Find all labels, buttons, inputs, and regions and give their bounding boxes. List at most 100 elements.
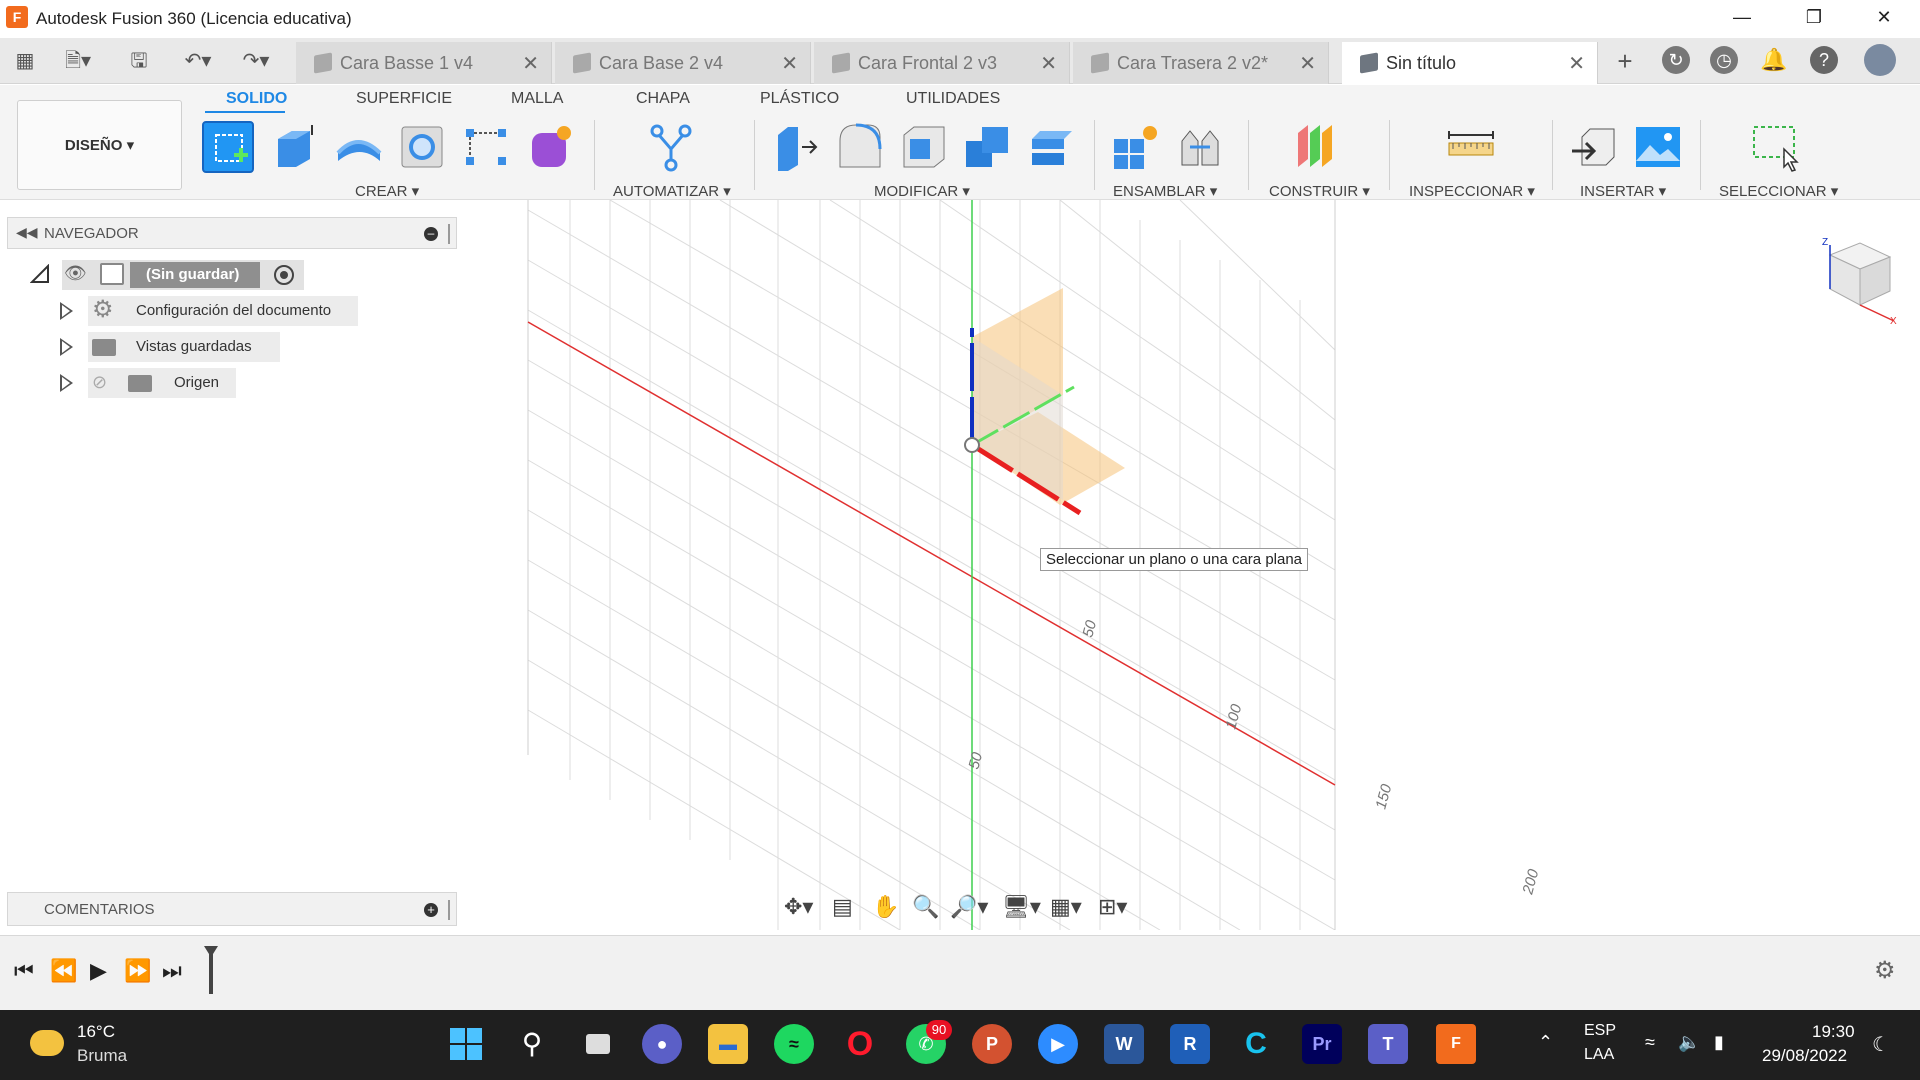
construir-group-menu[interactable]: CONSTRUIR ▾ — [1269, 182, 1370, 200]
sync-icon[interactable]: ↻ — [1662, 46, 1690, 74]
extrude-icon[interactable] — [268, 121, 320, 173]
new-tab-icon[interactable]: + — [1610, 46, 1640, 76]
orbit-icon[interactable]: ✥▾ — [784, 894, 813, 920]
grid-settings-icon[interactable]: ▦▾ — [1050, 894, 1082, 920]
notifications-bell-icon[interactable]: 🔔 — [1760, 46, 1788, 74]
select-window-icon[interactable] — [1750, 121, 1802, 173]
file-explorer-icon[interactable]: ▬ — [708, 1024, 748, 1064]
powerpoint-icon[interactable]: P — [972, 1024, 1012, 1064]
close-window-button[interactable]: ✕ — [1855, 0, 1913, 36]
new-component-icon[interactable] — [1110, 121, 1162, 173]
insert-derive-icon[interactable] — [1568, 121, 1620, 173]
tray-overflow-chevron-icon[interactable]: ⌃ — [1538, 1032, 1553, 1053]
spotify-icon[interactable]: ≈ — [774, 1024, 814, 1064]
panel-pin-icon[interactable] — [448, 224, 452, 244]
collapse-browser-icon[interactable]: – — [424, 227, 438, 241]
hole-icon[interactable] — [396, 121, 448, 173]
timeline-marker[interactable] — [204, 946, 218, 994]
inspeccionar-group-menu[interactable]: INSPECCIONAR ▾ — [1409, 182, 1535, 200]
play-icon[interactable]: ▶ — [90, 958, 107, 984]
close-tab-icon[interactable]: ✕ — [1040, 51, 1057, 76]
keyboard-layout[interactable]: LAA — [1584, 1046, 1614, 1064]
zoom-app-icon[interactable]: ▶ — [1038, 1024, 1078, 1064]
measure-icon[interactable] — [1445, 121, 1497, 173]
design-viewport[interactable]: 50 100 150 200 50 Seleccionar un plano o… — [460, 199, 1920, 931]
tab-chapa[interactable]: CHAPA — [636, 90, 690, 108]
automatizar-group-menu[interactable]: AUTOMATIZAR ▾ — [613, 182, 731, 200]
tab-plastico[interactable]: PLÁSTICO — [760, 90, 839, 108]
step-back-icon[interactable]: ⏪ — [50, 958, 77, 984]
tab-sin-titulo[interactable]: Sin título ✕ — [1342, 42, 1598, 84]
form-icon[interactable] — [524, 121, 576, 173]
apps-grid-icon[interactable]: ▦ — [10, 46, 40, 76]
user-avatar[interactable] — [1864, 44, 1896, 76]
search-icon[interactable]: ⚲ — [512, 1024, 552, 1064]
chat-icon[interactable]: ● — [642, 1024, 682, 1064]
expand-root-icon[interactable] — [29, 263, 50, 284]
shell-icon[interactable] — [898, 121, 950, 173]
tab-cara-trasera-2[interactable]: Cara Trasera 2 v2* ✕ — [1073, 42, 1329, 84]
tab-malla[interactable]: MALLA — [511, 90, 563, 108]
insert-canvas-icon[interactable] — [1632, 121, 1684, 173]
pattern-icon[interactable] — [460, 121, 512, 173]
clock-time[interactable]: 19:30 — [1812, 1022, 1855, 1042]
create-sketch-icon[interactable] — [202, 121, 254, 173]
revolve-icon[interactable] — [332, 121, 384, 173]
crear-group-menu[interactable]: CREAR ▾ — [355, 182, 419, 200]
cortana-c-icon[interactable]: C — [1236, 1024, 1276, 1064]
go-to-start-icon[interactable]: ⏮ — [14, 958, 34, 984]
timeline-settings-gear-icon[interactable]: ⚙ — [1874, 956, 1896, 985]
offset-faces-icon[interactable] — [1026, 121, 1078, 173]
teams-icon[interactable]: T — [1368, 1024, 1408, 1064]
viewports-icon[interactable]: ⊞▾ — [1098, 894, 1127, 920]
tab-cara-frontal-2[interactable]: Cara Frontal 2 v3 ✕ — [814, 42, 1070, 84]
workspace-dropdown[interactable]: DISEÑO ▾ — [17, 100, 182, 190]
opera-icon[interactable]: O — [840, 1024, 880, 1064]
expand-arrow-icon[interactable] — [60, 302, 73, 320]
fillet-icon[interactable] — [834, 121, 886, 173]
task-view-icon[interactable] — [578, 1024, 618, 1064]
job-status-icon[interactable]: ◷ — [1710, 46, 1738, 74]
ensamblar-group-menu[interactable]: ENSAMBLAR ▾ — [1113, 182, 1217, 200]
save-icon[interactable]: 🖫 — [124, 46, 154, 76]
expand-arrow-icon[interactable] — [60, 338, 73, 356]
origin-point[interactable] — [964, 437, 980, 453]
fusion-taskbar-icon[interactable]: F — [1436, 1024, 1476, 1064]
redo-icon[interactable]: ↷▾ — [234, 46, 278, 76]
clock-date[interactable]: 29/08/2022 — [1762, 1046, 1847, 1066]
undo-icon[interactable]: ↶▾ — [176, 46, 220, 76]
add-comment-icon[interactable]: + — [424, 903, 438, 917]
weather-icon[interactable] — [30, 1030, 64, 1056]
hidden-eye-icon[interactable]: ⊘ — [92, 372, 107, 393]
insertar-group-menu[interactable]: INSERTAR ▾ — [1580, 182, 1666, 200]
close-tab-icon[interactable]: ✕ — [1568, 51, 1585, 76]
tab-cara-base-2[interactable]: Cara Base 2 v4 ✕ — [555, 42, 811, 84]
tab-solido[interactable]: SOLIDO — [226, 90, 287, 108]
press-pull-icon[interactable] — [770, 121, 822, 173]
tab-utilidades[interactable]: UTILIDADES — [906, 90, 1000, 108]
look-at-icon[interactable]: ▤ — [832, 894, 853, 920]
file-menu-icon[interactable]: 🗎▾ — [58, 46, 98, 76]
display-settings-icon[interactable]: 🖥▾ — [1002, 894, 1041, 920]
word-icon[interactable]: W — [1104, 1024, 1144, 1064]
go-to-end-icon[interactable]: ⏭ — [162, 958, 182, 984]
revit-icon[interactable]: R — [1170, 1024, 1210, 1064]
close-tab-icon[interactable]: ✕ — [781, 51, 798, 76]
joint-icon[interactable] — [1174, 121, 1226, 173]
seleccionar-group-menu[interactable]: SELECCIONAR ▾ — [1719, 182, 1838, 200]
close-tab-icon[interactable]: ✕ — [522, 51, 539, 76]
fit-zoom-icon[interactable]: 🔎▾ — [950, 894, 988, 920]
close-tab-icon[interactable]: ✕ — [1299, 51, 1316, 76]
minimize-button[interactable]: — — [1713, 0, 1771, 36]
tab-cara-basse-1[interactable]: Cara Basse 1 v4 ✕ — [296, 42, 552, 84]
maximize-button[interactable]: ❐ — [1785, 0, 1843, 36]
collapse-panel-icon[interactable]: ◀◀ — [16, 224, 38, 241]
tab-superficie[interactable]: SUPERFICIE — [356, 90, 452, 108]
pan-icon[interactable]: ✋ — [872, 894, 899, 920]
expand-arrow-icon[interactable] — [60, 374, 73, 392]
windows-start-icon[interactable] — [446, 1024, 486, 1064]
automate-icon[interactable] — [645, 121, 697, 173]
battery-icon[interactable]: ▮ — [1714, 1032, 1724, 1053]
volume-icon[interactable]: 🔈 — [1678, 1032, 1700, 1053]
offset-plane-icon[interactable] — [1292, 121, 1344, 173]
